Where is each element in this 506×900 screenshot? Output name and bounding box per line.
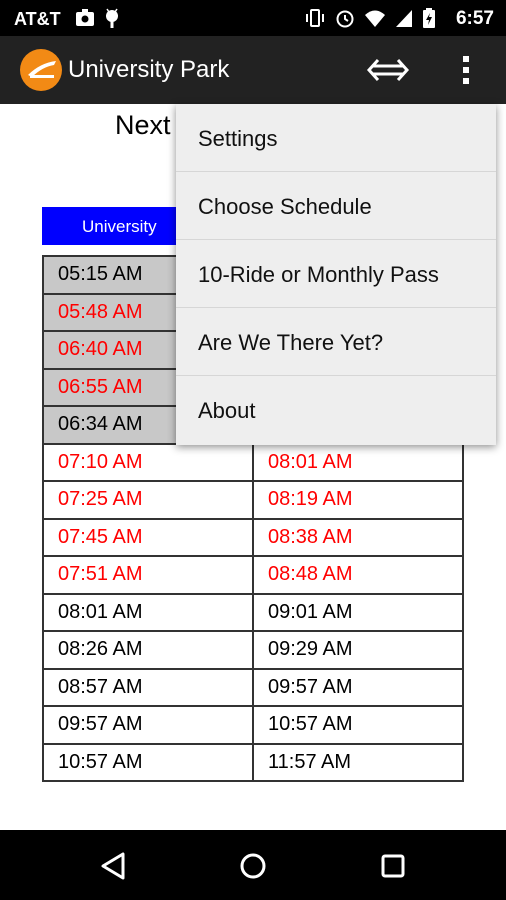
status-bar: AT&T 6:57 bbox=[0, 0, 506, 36]
menu-item-settings[interactable]: Settings bbox=[176, 104, 496, 172]
app-toolbar: University Park bbox=[0, 36, 506, 104]
status-clock: 6:57 bbox=[455, 8, 494, 29]
back-icon bbox=[101, 852, 125, 880]
departure-time-cell: 09:57 AM bbox=[42, 705, 254, 745]
departure-time-cell: 07:25 AM bbox=[42, 480, 254, 520]
menu-item-ride-pass[interactable]: 10-Ride or Monthly Pass bbox=[176, 240, 496, 308]
menu-item-about[interactable]: About bbox=[176, 376, 496, 444]
departure-time-cell: 07:10 AM bbox=[42, 442, 254, 482]
home-button[interactable] bbox=[235, 848, 271, 884]
arrival-time-cell: 10:57 AM bbox=[252, 705, 464, 745]
overflow-menu-button[interactable] bbox=[452, 52, 480, 88]
arrival-time-cell: 08:19 AM bbox=[252, 480, 464, 520]
arrival-time-cell: 08:48 AM bbox=[252, 555, 464, 595]
arrival-time-cell: 09:29 AM bbox=[252, 630, 464, 670]
arrival-time-cell: 08:01 AM bbox=[252, 442, 464, 482]
table-row: 07:25 AM 08:19 AM bbox=[42, 480, 464, 520]
signal-icon bbox=[396, 10, 412, 27]
navigation-bar bbox=[0, 830, 506, 900]
more-vert-icon bbox=[463, 56, 469, 84]
route-header-label: University bbox=[82, 217, 157, 236]
app-logo-icon bbox=[20, 49, 62, 91]
table-row: 08:57 AM 09:57 AM bbox=[42, 667, 464, 707]
table-row: 07:45 AM 08:38 AM bbox=[42, 517, 464, 557]
departure-time-cell: 08:26 AM bbox=[42, 630, 254, 670]
status-icons-left bbox=[74, 7, 122, 29]
carrier-label: AT&T bbox=[14, 9, 61, 29]
wifi-icon bbox=[365, 10, 385, 27]
table-row: 07:10 AM 08:01 AM bbox=[42, 442, 464, 482]
arrival-time-cell: 11:57 AM bbox=[252, 742, 464, 782]
overflow-menu: Settings Choose Schedule 10-Ride or Mont… bbox=[176, 104, 496, 445]
android-icon bbox=[106, 8, 118, 28]
table-row: 10:57 AM 11:57 AM bbox=[42, 742, 464, 782]
swap-horizontal-icon bbox=[366, 58, 410, 82]
table-row: 08:26 AM 09:29 AM bbox=[42, 630, 464, 670]
arrival-time-cell: 08:38 AM bbox=[252, 517, 464, 557]
back-button[interactable] bbox=[96, 848, 132, 884]
status-icons-right bbox=[304, 7, 436, 29]
home-icon bbox=[240, 853, 266, 879]
departure-time-cell: 07:51 AM bbox=[42, 555, 254, 595]
departure-time-cell: 08:01 AM bbox=[42, 592, 254, 632]
next-train-title: Next bbox=[115, 110, 171, 140]
vibrate-icon bbox=[306, 9, 324, 27]
arrival-time-cell: 09:01 AM bbox=[252, 592, 464, 632]
menu-item-are-we-there-yet[interactable]: Are We There Yet? bbox=[176, 308, 496, 376]
alarm-icon bbox=[336, 10, 354, 28]
table-row: 08:01 AM 09:01 AM bbox=[42, 592, 464, 632]
swap-direction-button[interactable] bbox=[366, 54, 410, 86]
app-title: University Park bbox=[68, 56, 230, 83]
recents-icon bbox=[381, 854, 405, 878]
recents-button[interactable] bbox=[375, 848, 411, 884]
menu-item-choose-schedule[interactable]: Choose Schedule bbox=[176, 172, 496, 240]
departure-time-cell: 07:45 AM bbox=[42, 517, 254, 557]
arrival-time-cell: 09:57 AM bbox=[252, 667, 464, 707]
photo-icon bbox=[76, 9, 94, 26]
battery-icon bbox=[423, 8, 435, 28]
departure-time-cell: 10:57 AM bbox=[42, 742, 254, 782]
departure-time-cell: 08:57 AM bbox=[42, 667, 254, 707]
table-row: 07:51 AM 08:48 AM bbox=[42, 555, 464, 595]
table-row: 09:57 AM 10:57 AM bbox=[42, 705, 464, 745]
